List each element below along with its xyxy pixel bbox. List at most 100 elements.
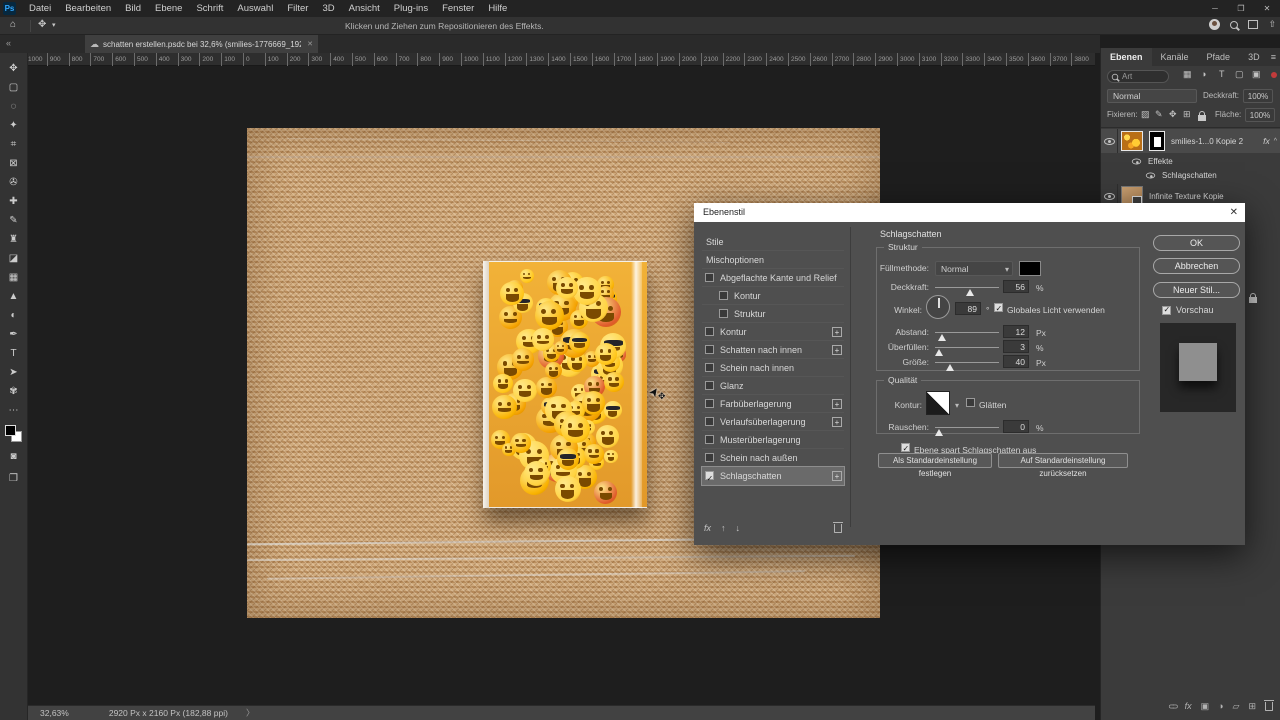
styles-item-glanz[interactable]: Glanz <box>702 377 844 395</box>
collapse-effects-icon[interactable]: ^ <box>1274 138 1277 145</box>
new-style-button[interactable]: Neuer Stil... <box>1153 282 1240 298</box>
move-tool-icon[interactable]: ✥ <box>38 19 46 30</box>
style-checkbox[interactable] <box>705 470 714 488</box>
path-selection-tool[interactable]: ➤ <box>4 363 24 382</box>
layer-thumbnail[interactable] <box>1121 131 1143 151</box>
opacity-slider[interactable] <box>935 287 999 296</box>
cancel-button[interactable]: Abbrechen <box>1153 258 1240 274</box>
shadow-color-swatch[interactable] <box>1019 261 1041 276</box>
eye-icon[interactable] <box>1145 172 1156 179</box>
zoom-level[interactable]: 32,63% <box>40 708 69 718</box>
search-icon[interactable] <box>1230 20 1239 29</box>
home-icon[interactable]: ⌂ <box>10 19 16 30</box>
fx-badge[interactable]: fx <box>1263 136 1270 146</box>
frame-tool[interactable]: ⊠ <box>4 154 24 173</box>
dialog-title[interactable]: Ebenenstil <box>694 203 1245 222</box>
add-effect-instance-icon[interactable]: + <box>832 471 842 481</box>
fx-icon[interactable]: fx <box>704 523 711 533</box>
add-effect-instance-icon[interactable]: + <box>832 327 842 337</box>
size-field[interactable]: 40 <box>1003 355 1029 368</box>
style-checkbox[interactable] <box>705 363 714 372</box>
style-checkbox[interactable] <box>705 399 714 408</box>
reset-default-button[interactable]: Auf Standardeinstellung zurücksetzen <box>998 453 1128 478</box>
styles-item-abgeflachte-kante-und-relief[interactable]: Abgeflachte Kante und Relief <box>702 269 844 287</box>
filter-smart-object-icon[interactable]: ▣ <box>1252 69 1261 80</box>
brush-tool[interactable]: ✎ <box>4 211 24 230</box>
menu-ansicht[interactable]: Ansicht <box>342 0 387 17</box>
size-slider[interactable] <box>935 362 999 371</box>
contour-thumbnail[interactable] <box>926 391 950 415</box>
lock-artboard-icon[interactable]: ⊞ <box>1183 109 1191 120</box>
move-effect-up-icon[interactable]: ↑ <box>721 523 726 533</box>
layer-name[interactable]: Infinite Texture Kopie <box>1149 192 1224 201</box>
clone-stamp-tool[interactable]: ♜ <box>4 230 24 249</box>
opacity-field[interactable]: 56 <box>1003 280 1029 293</box>
add-effect-instance-icon[interactable]: + <box>832 399 842 409</box>
style-checkbox[interactable] <box>705 453 714 462</box>
move-tool[interactable]: ✥ <box>4 59 24 78</box>
noise-slider[interactable] <box>935 427 999 436</box>
menu-3d[interactable]: 3D <box>315 0 341 17</box>
ok-button[interactable]: OK <box>1153 235 1240 251</box>
angle-dial[interactable] <box>926 295 950 319</box>
angle-field[interactable]: 89 <box>955 302 981 315</box>
lock-transparent-icon[interactable]: ▨ <box>1141 109 1150 120</box>
tab-pfade[interactable]: Pfade <box>1198 48 1240 66</box>
lock-move-icon[interactable]: ✥ <box>1169 109 1177 120</box>
opacity-field[interactable]: 100% <box>1243 89 1273 103</box>
menu-bild[interactable]: Bild <box>118 0 148 17</box>
close-button[interactable]: ✕ <box>1254 0 1280 17</box>
filter-toggle[interactable] <box>1271 72 1277 78</box>
fill-field[interactable]: 100% <box>1245 108 1275 122</box>
link-layers-icon[interactable]: ⊂⊃ <box>1168 702 1179 711</box>
distance-field[interactable]: 12 <box>1003 325 1029 338</box>
style-checkbox[interactable] <box>705 345 714 354</box>
menu-hilfe[interactable]: Hilfe <box>481 0 514 17</box>
style-checkbox[interactable] <box>705 327 714 336</box>
chevron-down-icon[interactable]: ▾ <box>52 21 56 29</box>
layer-row-smilies[interactable]: smilies-1...0 Kopie 2 fx ^ <box>1101 129 1280 153</box>
menu-plug-ins[interactable]: Plug-ins <box>387 0 435 17</box>
filter-type-icon[interactable]: T <box>1219 69 1225 79</box>
global-light-checkbox[interactable] <box>994 302 1003 316</box>
add-mask-icon[interactable]: ▣ <box>1201 701 1210 712</box>
styles-item-stile[interactable]: Stile <box>702 233 844 251</box>
style-checkbox[interactable] <box>719 291 728 300</box>
foreground-color-swatch[interactable] <box>4 425 16 436</box>
gradient-tool[interactable]: ▦ <box>4 268 24 287</box>
style-checkbox[interactable] <box>705 435 714 444</box>
layer-style-icon[interactable]: fx <box>1185 701 1192 711</box>
add-effect-instance-icon[interactable]: + <box>832 417 842 427</box>
layer-name[interactable]: smilies-1...0 Kopie 2 <box>1171 137 1243 146</box>
tab-ebenen[interactable]: Ebenen <box>1101 48 1152 66</box>
styles-item-schlagschatten[interactable]: Schlagschatten + <box>701 466 845 488</box>
lock-paint-icon[interactable]: ✎ <box>1155 109 1163 120</box>
blend-mode-select[interactable]: Normal <box>1107 89 1197 103</box>
layer-row-effects[interactable]: Effekte <box>1101 155 1280 168</box>
pen-tool[interactable]: ✒ <box>4 325 24 344</box>
tab-kanaele[interactable]: Kanäle <box>1152 48 1198 66</box>
style-checkbox[interactable] <box>705 417 714 426</box>
visibility-cell[interactable] <box>1101 129 1118 153</box>
adjustment-layer-icon[interactable]: ◑ <box>1218 701 1223 711</box>
menu-bearbeiten[interactable]: Bearbeiten <box>58 0 118 17</box>
share-icon[interactable]: ⇧ <box>1268 19 1276 30</box>
styles-item-kontur[interactable]: Kontur <box>702 287 844 305</box>
type-tool[interactable]: T <box>4 344 24 363</box>
distance-slider[interactable] <box>935 332 999 341</box>
healing-brush-tool[interactable]: ✚ <box>4 192 24 211</box>
styles-item-schein-nach-außen[interactable]: Schein nach außen <box>702 449 844 467</box>
lock-all-icon[interactable] <box>1198 111 1206 121</box>
eye-icon[interactable] <box>1131 158 1142 165</box>
styles-item-schein-nach-innen[interactable]: Schein nach innen <box>702 359 844 377</box>
add-effect-instance-icon[interactable]: + <box>832 345 842 355</box>
screen-mode-icon[interactable]: ❐ <box>4 469 24 488</box>
delete-layer-icon[interactable] <box>1264 699 1274 711</box>
panel-menu-icon[interactable]: ≡ <box>1271 52 1276 62</box>
tab-3d[interactable]: 3D <box>1239 48 1269 66</box>
color-swatches[interactable] <box>4 424 24 444</box>
style-checkbox[interactable] <box>719 309 728 318</box>
emoji-poster-layer[interactable] <box>483 261 647 508</box>
spread-field[interactable]: 3 <box>1003 340 1029 353</box>
filter-adjustment-icon[interactable]: ◑ <box>1201 69 1206 79</box>
